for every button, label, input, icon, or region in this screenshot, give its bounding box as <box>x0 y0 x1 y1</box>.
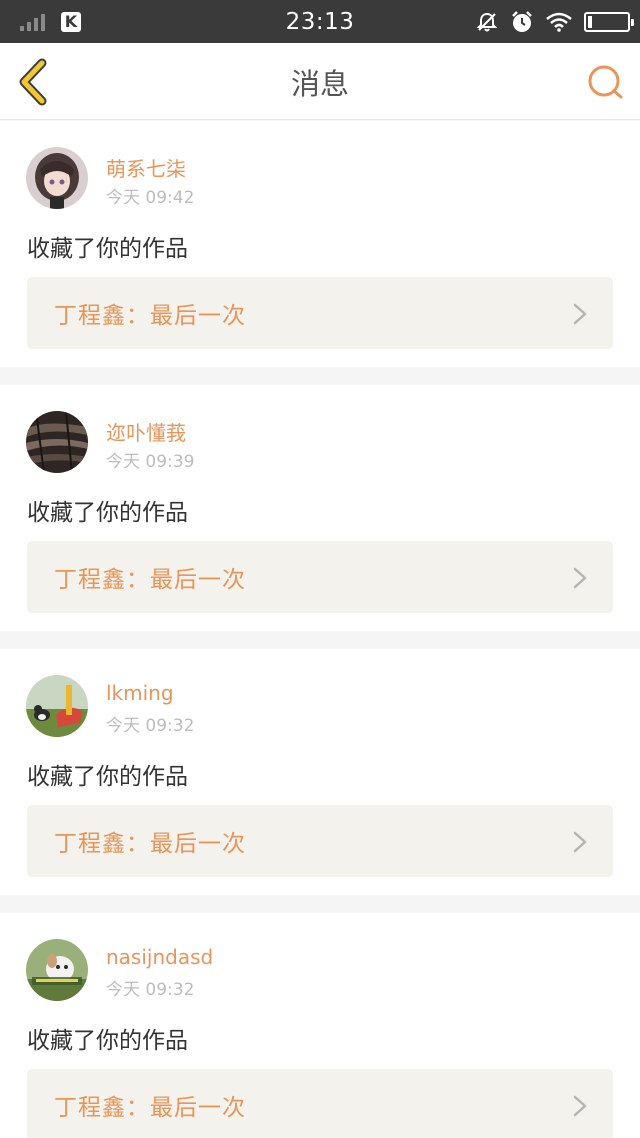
message-card: 迩卟懂莪 今天 09:39 收藏了你的作品 丁程鑫：最后一次 <box>0 385 640 631</box>
message-time: 今天 09:42 <box>106 188 195 208</box>
work-link[interactable]: 丁程鑫：最后一次 <box>27 1069 613 1138</box>
nav-header: 消息 <box>0 43 640 120</box>
mute-bell-icon <box>476 12 498 31</box>
message-time: 今天 09:39 <box>106 452 195 472</box>
user-avatar[interactable] <box>26 939 88 1001</box>
search-icon <box>588 65 623 99</box>
work-title: 丁程鑫：最后一次 <box>54 1095 246 1121</box>
user-avatar[interactable] <box>26 147 88 209</box>
work-title: 丁程鑫：最后一次 <box>54 303 246 329</box>
message-card: lkming 今天 09:32 收藏了你的作品 丁程鑫：最后一次 <box>0 649 640 895</box>
status-right <box>476 0 634 43</box>
message-card: 萌系七柒 今天 09:42 收藏了你的作品 丁程鑫：最后一次 <box>0 121 640 367</box>
alarm-icon <box>512 10 532 32</box>
work-title: 丁程鑫：最后一次 <box>54 831 246 857</box>
chevron-right-icon <box>573 567 587 589</box>
message-list: 萌系七柒 今天 09:42 收藏了你的作品 丁程鑫：最后一次 迩卟懂莪 今天 0… <box>0 121 640 1138</box>
action-text: 收藏了你的作品 <box>27 764 188 790</box>
action-text: 收藏了你的作品 <box>27 500 188 526</box>
username[interactable]: nasijndasd <box>106 945 213 969</box>
action-text: 收藏了你的作品 <box>27 236 188 262</box>
message-time: 今天 09:32 <box>106 980 195 1000</box>
work-link[interactable]: 丁程鑫：最后一次 <box>27 805 613 877</box>
username[interactable]: lkming <box>106 681 174 705</box>
page-title: 消息 <box>290 66 349 101</box>
message-time: 今天 09:32 <box>106 716 195 736</box>
back-button[interactable] <box>14 57 54 107</box>
search-button[interactable] <box>586 63 624 101</box>
work-title: 丁程鑫：最后一次 <box>54 567 246 593</box>
user-avatar[interactable] <box>26 411 88 473</box>
status-bar: K 23:13 <box>0 0 640 43</box>
work-link[interactable]: 丁程鑫：最后一次 <box>27 541 613 613</box>
dark-texture-avatar-icon <box>26 411 88 473</box>
username[interactable]: 萌系七柒 <box>106 153 186 182</box>
user-avatar[interactable] <box>26 675 88 737</box>
chevron-right-icon <box>573 831 587 853</box>
battery-icon <box>584 11 634 32</box>
anime-girl-avatar-icon <box>26 147 88 209</box>
chevron-right-icon <box>573 1095 587 1117</box>
username[interactable]: 迩卟懂莪 <box>106 417 186 446</box>
puppy-avatar-icon <box>26 939 88 1001</box>
dog-playground-avatar-icon <box>26 675 88 737</box>
back-arrow-icon <box>19 58 47 106</box>
work-link[interactable]: 丁程鑫：最后一次 <box>27 277 613 349</box>
wifi-icon <box>546 12 572 32</box>
action-text: 收藏了你的作品 <box>27 1028 188 1054</box>
chevron-right-icon <box>573 303 587 325</box>
message-card: nasijndasd 今天 09:32 收藏了你的作品 丁程鑫：最后一次 <box>0 913 640 1138</box>
